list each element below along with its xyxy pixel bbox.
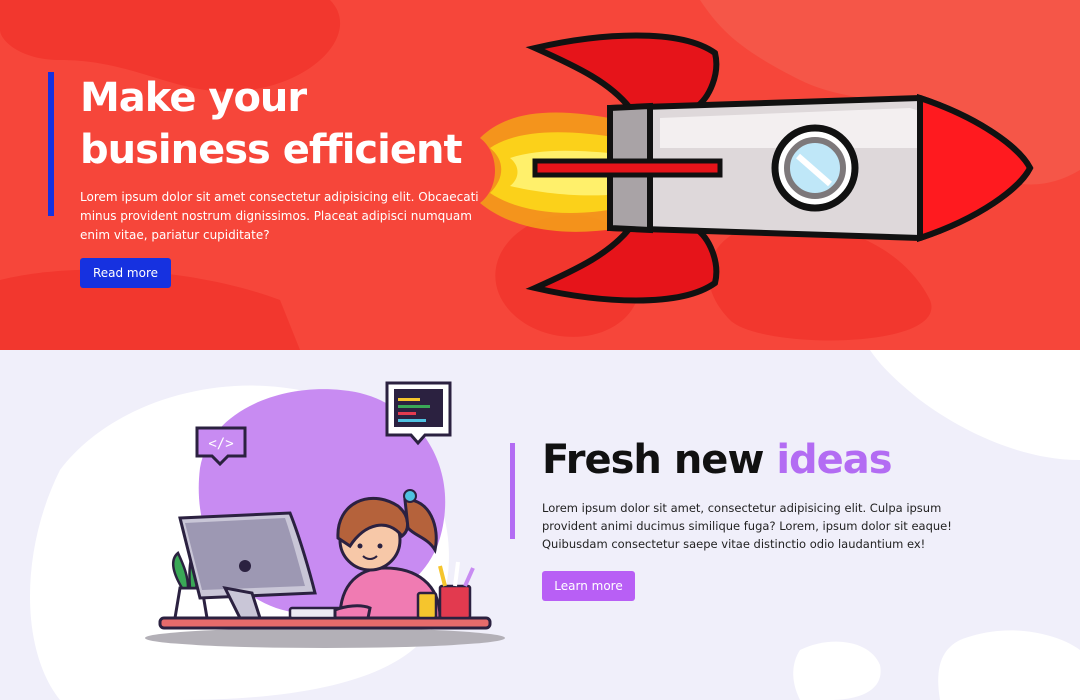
ideas-accent-bar [510,443,515,539]
hero-description: Lorem ipsum dolor sit amet consectetur a… [80,190,479,242]
learn-more-button[interactable]: Learn more [542,571,635,601]
read-more-button[interactable]: Read more [80,258,171,288]
hero-text-block: Make your business efficient Lorem ipsum… [48,72,498,245]
ideas-section: </> Fresh new ideas Lorem ipsum dolor si… [0,350,1080,700]
ideas-description: Lorem ipsum dolor sit amet, consectetur … [542,501,952,551]
hero-section: Make your business efficient Lorem ipsum… [0,0,1080,350]
hero-accent-bar [48,72,54,216]
svg-text:</>: </> [208,436,233,452]
hero-title-line1: Make your [80,75,307,121]
developer-illustration: </> [145,381,505,648]
ideas-title-text: Fresh new [542,437,777,483]
ideas-title-accent: ideas [776,437,892,483]
ideas-title: Fresh new ideas [542,434,1062,486]
hero-title-line2: business efficient [80,127,463,173]
hero-title: Make your business efficient [80,72,510,176]
rocket-illustration [480,32,1034,304]
